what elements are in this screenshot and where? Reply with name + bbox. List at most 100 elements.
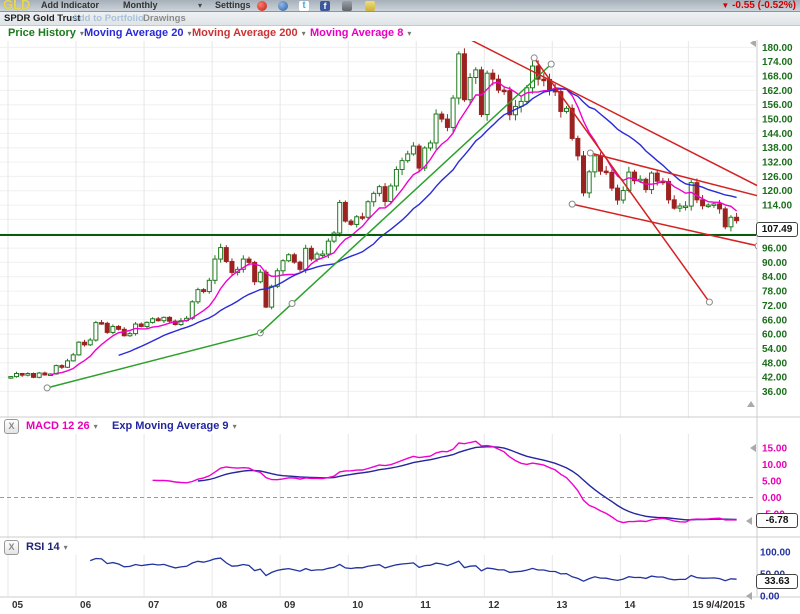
- legend-price-history[interactable]: Price History▾: [8, 26, 84, 41]
- symbol-bar: SPDR Gold Trust Add to Portfolio Drawing…: [0, 12, 800, 26]
- rsi-line: [90, 558, 736, 581]
- settings-button[interactable]: Settings: [215, 0, 251, 11]
- price-tick: 156.00: [762, 100, 793, 111]
- price-tick: 84.00: [762, 272, 787, 283]
- pane-collapse-icon: [747, 401, 755, 407]
- rsi-tick: 100.00: [760, 548, 791, 559]
- macd-tick: 0.00: [762, 493, 782, 504]
- price-tick: 72.00: [762, 301, 787, 312]
- price-tick: 132.00: [762, 158, 793, 169]
- price-legend-row: Price History▾ Moving Average 20▾ Moving…: [0, 26, 756, 41]
- legend-moving-average-20[interactable]: Moving Average 20▾: [84, 26, 191, 41]
- symbol-name: SPDR Gold Trust: [4, 12, 81, 25]
- close-macd-button[interactable]: X: [4, 419, 19, 434]
- macd-tick: 15.00: [762, 444, 787, 455]
- price-tick: 126.00: [762, 172, 793, 183]
- drawing-handle: [289, 301, 295, 307]
- charting-app: 180.00174.00168.00162.00156.00150.00144.…: [0, 0, 800, 614]
- legend-macd[interactable]: MACD 12 26▾: [26, 418, 98, 434]
- axis-ticks: 180.00174.00168.00162.00156.00150.00144.…: [12, 43, 793, 611]
- drawing-handle: [548, 61, 554, 67]
- x-tick: 14: [624, 600, 636, 611]
- x-tick: 9/4/2015: [706, 600, 745, 611]
- macd-line: [153, 441, 737, 522]
- pane-collapse-icon: [750, 444, 756, 452]
- add-to-portfolio-link[interactable]: Add to Portfolio: [72, 12, 144, 25]
- x-tick: 13: [556, 600, 568, 611]
- rsi-value-box: 33.63: [756, 574, 798, 589]
- drawing-handle: [531, 55, 537, 61]
- pane-collapse-icon: [746, 517, 752, 525]
- gridlines: [0, 40, 800, 597]
- drawing-handle: [569, 201, 575, 207]
- price-tick: 138.00: [762, 143, 793, 154]
- snapshot-icon[interactable]: [342, 1, 352, 11]
- quote-change: ▼ -0.55 (-0.52%): [721, 0, 796, 11]
- chevron-down-icon[interactable]: ▾: [198, 0, 202, 11]
- x-tick: 09: [284, 600, 296, 611]
- chart-canvas[interactable]: 180.00174.00168.00162.00156.00150.00144.…: [0, 0, 800, 614]
- macd-tick: 10.00: [762, 460, 787, 471]
- chevron-down-icon: ▾: [407, 29, 411, 38]
- rsi-tick: 0.00: [760, 592, 780, 603]
- macd-signal-line: [198, 447, 737, 520]
- price-tick: 168.00: [762, 72, 793, 83]
- x-tick: 06: [80, 600, 92, 611]
- share-globe-icon[interactable]: [278, 1, 288, 11]
- chevron-down-icon: ▾: [302, 29, 306, 38]
- price-tick: 90.00: [762, 258, 787, 269]
- price-tick: 48.00: [762, 358, 787, 369]
- chevron-down-icon: ▾: [187, 29, 191, 38]
- price-tick: 162.00: [762, 86, 793, 97]
- macd-tick: 5.00: [762, 477, 782, 488]
- legend-moving-average-200[interactable]: Moving Average 200▾: [192, 26, 306, 41]
- pane-collapse-icon: [746, 592, 752, 600]
- price-tick: 174.00: [762, 57, 793, 68]
- macd-value-box: -6.78: [756, 513, 798, 528]
- price-tick: 180.00: [762, 43, 793, 54]
- period-dropdown[interactable]: Monthly: [123, 0, 158, 11]
- price-tick: 120.00: [762, 186, 793, 197]
- drawing-handle: [706, 299, 712, 305]
- ma8-line: [51, 82, 737, 375]
- chevron-down-icon: ▾: [94, 422, 98, 431]
- x-tick: 05: [12, 600, 24, 611]
- twitter-icon[interactable]: t: [299, 1, 309, 11]
- close-rsi-button[interactable]: X: [4, 540, 19, 555]
- price-tick: 42.00: [762, 373, 787, 384]
- x-tick: 15: [692, 600, 704, 611]
- x-tick: 11: [420, 600, 431, 611]
- add-indicator-button[interactable]: Add Indicator: [41, 0, 99, 11]
- chevron-down-icon: ▾: [233, 422, 237, 431]
- chevron-down-icon: ▾: [64, 543, 68, 552]
- price-tick: 66.00: [762, 315, 787, 326]
- x-tick: 08: [216, 600, 228, 611]
- price-tick: 60.00: [762, 330, 787, 341]
- price-tick: 78.00: [762, 287, 787, 298]
- price-value-box: 107.49: [756, 222, 798, 237]
- price-tick: 96.00: [762, 244, 787, 255]
- price-tick: 150.00: [762, 115, 793, 126]
- legend-rsi[interactable]: RSI 14▾: [26, 539, 68, 555]
- alert-icon[interactable]: [257, 1, 267, 11]
- price-tick: 54.00: [762, 344, 787, 355]
- export-icon[interactable]: [365, 1, 375, 11]
- price-tick: 114.00: [762, 201, 792, 212]
- macd-pane-header: X MACD 12 26▾ Exp Moving Average 9▾: [0, 418, 756, 434]
- price-tick: 144.00: [762, 129, 793, 140]
- rsi-pane-header: X RSI 14▾: [0, 539, 756, 555]
- drawing-handle: [44, 385, 50, 391]
- symbol-logo: GLD: [3, 0, 30, 12]
- drawing-handle: [587, 150, 593, 156]
- price-tick: 36.00: [762, 387, 787, 398]
- legend-moving-average-8[interactable]: Moving Average 8▾: [310, 26, 411, 41]
- facebook-icon[interactable]: f: [320, 1, 330, 11]
- drawing-handle: [755, 243, 761, 249]
- down-arrow-icon: ▼: [721, 1, 729, 10]
- x-tick: 12: [488, 600, 500, 611]
- drawings-menu[interactable]: Drawings: [143, 12, 186, 25]
- trendline-drawing: [534, 58, 709, 302]
- x-tick: 07: [148, 600, 160, 611]
- x-tick: 10: [352, 600, 364, 611]
- legend-exp-moving-average-9[interactable]: Exp Moving Average 9▾: [112, 418, 237, 434]
